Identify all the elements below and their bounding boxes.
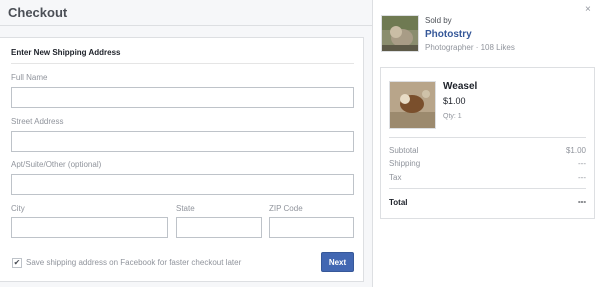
product-photo-image (390, 82, 435, 128)
full-name-input[interactable] (11, 87, 354, 108)
street-address-input[interactable] (11, 131, 354, 152)
zip-label: ZIP Code (269, 204, 303, 213)
total-value: --- (578, 197, 586, 206)
summary-divider (389, 137, 586, 138)
next-button[interactable]: Next (321, 252, 354, 272)
total-label: Total (389, 198, 408, 207)
state-label: State (176, 204, 195, 213)
total-divider (389, 188, 586, 189)
city-label: City (11, 204, 25, 213)
subtotal-value: $1.00 (565, 146, 586, 155)
save-address-checkbox[interactable]: ✔ (12, 258, 22, 268)
product-price: $1.00 (443, 96, 466, 106)
title-divider (0, 25, 373, 26)
product-name: Weasel (443, 81, 478, 92)
full-name-label: Full Name (11, 73, 48, 82)
seller-meta: Photographer · 108 Likes (425, 43, 515, 52)
product-quantity: Qty: 1 (443, 113, 462, 120)
sold-by-label: Sold by (425, 16, 452, 25)
tax-value: --- (578, 173, 586, 182)
apt-label: Apt/Suite/Other (optional) (11, 160, 102, 169)
state-input[interactable] (176, 217, 262, 238)
city-input[interactable] (11, 217, 168, 238)
product-thumbnail[interactable] (389, 81, 436, 129)
shipping-value: --- (578, 159, 586, 168)
seller-photo-image (382, 16, 418, 51)
zip-input[interactable] (269, 217, 354, 238)
subtotal-label: Subtotal (389, 146, 419, 155)
close-icon[interactable]: × (585, 5, 591, 15)
form-heading: Enter New Shipping Address (11, 48, 121, 57)
apt-input[interactable] (11, 174, 354, 195)
checkout-panel: Checkout Enter New Shipping Address Full… (0, 0, 373, 287)
save-address-label: Save shipping address on Facebook for fa… (26, 258, 242, 267)
page-title: Checkout (8, 5, 68, 20)
form-divider (11, 63, 354, 64)
seller-avatar[interactable] (381, 15, 419, 52)
street-address-label: Street Address (11, 117, 64, 126)
tax-label: Tax (389, 173, 402, 182)
shipping-label: Shipping (389, 159, 421, 168)
seller-name-link[interactable]: Photostry (425, 29, 472, 40)
